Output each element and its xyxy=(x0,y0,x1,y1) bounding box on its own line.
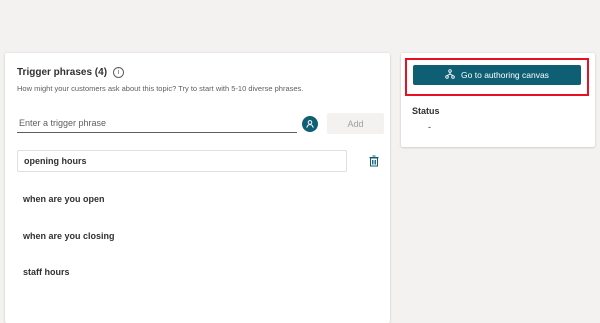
trigger-phrases-title: Trigger phrases (4) i xyxy=(17,67,125,78)
phrase-item-label: opening hours xyxy=(24,156,87,166)
add-phrase-button[interactable]: Add xyxy=(327,113,384,134)
info-icon[interactable]: i xyxy=(113,67,125,78)
trigger-phrases-helper: How might your customers ask about this … xyxy=(17,84,304,93)
phrase-item[interactable]: when are you closing xyxy=(17,225,347,247)
phrase-item-label: when are you closing xyxy=(23,231,115,241)
phrase-item[interactable]: when are you open xyxy=(17,188,347,210)
phrase-item[interactable]: staff hours xyxy=(17,261,347,283)
phrase-item-label: when are you open xyxy=(23,194,105,204)
trigger-phrase-input[interactable] xyxy=(17,114,297,133)
go-to-authoring-canvas-button[interactable]: Go to authoring canvas xyxy=(413,65,581,85)
phrase-item-selected[interactable]: opening hours xyxy=(17,150,347,172)
trigger-phrases-title-text: Trigger phrases (4) xyxy=(17,67,108,78)
assistant-avatar-icon[interactable] xyxy=(302,116,318,132)
status-label: Status xyxy=(412,106,440,116)
topic-details-panel: Go to authoring canvas Status - xyxy=(401,53,595,147)
flow-icon xyxy=(445,69,455,81)
authoring-button-label: Go to authoring canvas xyxy=(461,70,549,80)
status-value: - xyxy=(428,122,431,132)
trigger-phrases-panel: Trigger phrases (4) i How might your cus… xyxy=(5,53,390,323)
delete-phrase-icon[interactable] xyxy=(367,154,381,168)
phrase-item-label: staff hours xyxy=(23,267,70,277)
